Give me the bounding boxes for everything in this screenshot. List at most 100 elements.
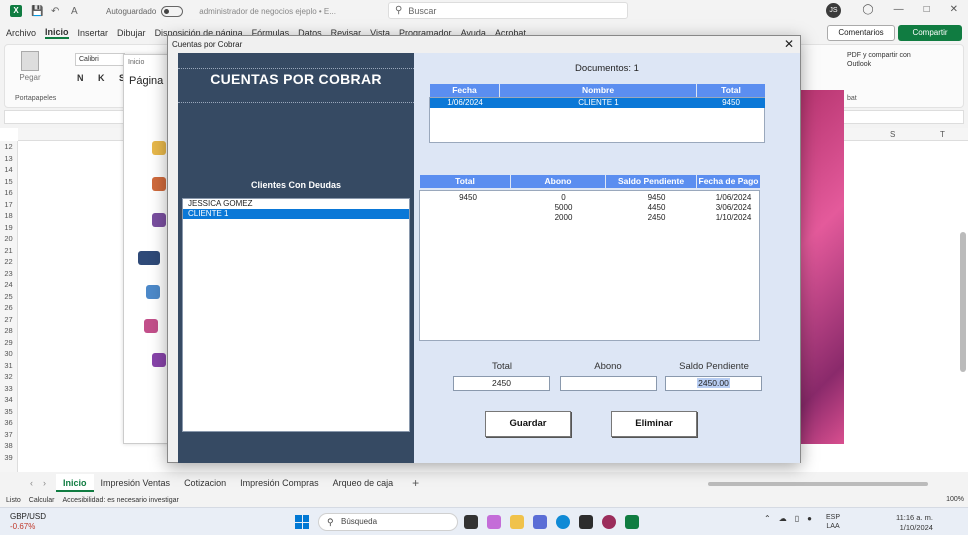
page-title: CUENTAS POR COBRAR [210, 71, 382, 87]
row-header[interactable]: 32 [0, 371, 17, 383]
microphone-icon[interactable]: ● [807, 514, 812, 523]
app-icon[interactable] [533, 515, 547, 529]
save-button[interactable]: Guardar [485, 411, 571, 437]
row-header[interactable]: 21 [0, 245, 17, 257]
undo-icon[interactable]: ↶ [51, 6, 62, 17]
cloud-icon[interactable]: ☁ [779, 514, 787, 523]
edge-icon[interactable] [556, 515, 570, 529]
documents-listbox[interactable]: 1/06/2024 CLIENTE 1 9450 [429, 97, 765, 143]
list-item[interactable]: CLIENTE 1 [183, 209, 409, 219]
background-window-title: Inicio [128, 59, 145, 66]
row-header[interactable]: 33 [0, 383, 17, 395]
row-header[interactable]: 18 [0, 210, 17, 222]
row-header[interactable]: 38 [0, 440, 17, 452]
row-header[interactable]: 28 [0, 325, 17, 337]
row-header[interactable]: 14 [0, 164, 17, 176]
close-window-icon[interactable]: ✕ [950, 4, 958, 15]
table-row[interactable]: 9450 0 9450 1/06/2024 [420, 193, 758, 203]
row-header[interactable]: 35 [0, 406, 17, 418]
row-header[interactable]: 26 [0, 302, 17, 314]
row-header[interactable]: 36 [0, 417, 17, 429]
ribbon-tab[interactable]: Insertar [78, 28, 109, 38]
taskbar-search-input[interactable]: ⚲ Búsqueda [318, 513, 458, 531]
app-icon[interactable] [602, 515, 616, 529]
ribbon-tab[interactable]: Dibujar [117, 28, 146, 38]
row-header[interactable]: 34 [0, 394, 17, 406]
minimize-icon[interactable]: — [894, 4, 904, 15]
taskbar-clock[interactable]: 11:16 a. m. 1/10/2024 [896, 513, 933, 533]
sheet-nav-arrows[interactable]: ‹› [30, 478, 56, 488]
row-headers: 12 13 14 15 16 17 18 19 20 21 22 23 24 25 26 27 28 29 30 31… [0, 141, 18, 472]
lightbulb-icon[interactable]: ◯ [862, 4, 873, 15]
saldo-pendiente-field[interactable]: 2450.00 [665, 376, 762, 391]
paste-button[interactable]: Pegar [17, 51, 43, 83]
row-header[interactable]: 25 [0, 291, 17, 303]
row-header[interactable]: 23 [0, 268, 17, 280]
maximize-icon[interactable]: □ [924, 4, 930, 15]
ribbon-tab[interactable]: Inicio [45, 27, 69, 39]
delete-button[interactable]: Eliminar [611, 411, 697, 437]
status-calculate[interactable]: Calcular [29, 497, 55, 504]
clients-listbox[interactable]: JESSICA GOMEZ CLIENTE 1 [182, 198, 410, 432]
add-sheet-icon[interactable]: + [412, 476, 419, 490]
row-header[interactable]: 24 [0, 279, 17, 291]
font-name-select[interactable]: Calibri [75, 53, 125, 66]
horizontal-scrollbar[interactable] [708, 482, 928, 486]
payments-listbox[interactable]: 9450 0 9450 1/06/2024 5000 4450 3/06/202… [419, 190, 760, 341]
row-header[interactable]: 13 [0, 153, 17, 165]
table-row[interactable]: 2000 2450 1/10/2024 [420, 213, 758, 223]
list-item[interactable]: JESSICA GOMEZ [183, 199, 409, 209]
row-header[interactable]: 12 [0, 141, 17, 153]
row-header[interactable]: 27 [0, 314, 17, 326]
excel-search-input[interactable]: ⚲ Buscar [388, 2, 628, 19]
ribbon-tab[interactable]: Archivo [6, 28, 36, 38]
close-icon[interactable]: ✕ [784, 37, 794, 51]
font-color-icon[interactable]: A [71, 6, 82, 17]
row-header[interactable]: 31 [0, 360, 17, 372]
column-header[interactable]: S [890, 130, 895, 139]
stock-widget[interactable]: GBP/USD -0.67% [10, 512, 46, 532]
taskbar-search-placeholder: Búsqueda [341, 517, 378, 526]
file-explorer-icon[interactable] [510, 515, 524, 529]
sheet-tab[interactable]: Cotizacion [177, 474, 233, 492]
row-header[interactable]: 37 [0, 429, 17, 441]
vertical-scrollbar[interactable] [960, 142, 966, 468]
language-bottom: LAA [826, 523, 840, 530]
save-icon[interactable]: 💾 [31, 6, 43, 17]
table-row[interactable]: 5000 4450 3/06/2024 [420, 203, 758, 213]
sheet-tab[interactable]: Arqueo de caja [326, 474, 401, 492]
chevron-up-icon[interactable]: ⌃ [764, 514, 771, 523]
column-header[interactable]: T [940, 130, 945, 139]
row-header[interactable]: 22 [0, 256, 17, 268]
copilot-icon[interactable] [487, 515, 501, 529]
comments-button[interactable]: Comentarios [827, 25, 895, 41]
row-header[interactable]: 15 [0, 176, 17, 188]
abono-field[interactable] [560, 376, 657, 391]
folder-icon[interactable]: ▯ [795, 514, 799, 523]
row-header[interactable]: 29 [0, 337, 17, 349]
sheet-tab[interactable]: Inicio [56, 474, 94, 492]
windows-start-icon[interactable] [295, 515, 309, 529]
task-view-icon[interactable] [464, 515, 478, 529]
sheet-tab[interactable]: Impresión Compras [233, 474, 326, 492]
excel-taskbar-icon[interactable] [625, 515, 639, 529]
share-button[interactable]: Compartir [898, 25, 962, 41]
row-header[interactable]: 20 [0, 233, 17, 245]
sheet-tab[interactable]: Impresión Ventas [94, 474, 178, 492]
windows-taskbar: GBP/USD -0.67% ⚲ Búsqueda ⌃ ☁ ▯ ● ESP LA… [0, 507, 968, 535]
column-header: Saldo Pendiente [606, 175, 697, 188]
row-header[interactable]: 17 [0, 199, 17, 211]
avatar[interactable]: JS [826, 3, 841, 18]
table-row[interactable]: 1/06/2024 CLIENTE 1 9450 [430, 98, 765, 108]
autosave-toggle[interactable] [161, 5, 184, 17]
language-indicator[interactable]: ESP LAA [826, 513, 840, 531]
zoom-level[interactable]: 100% [946, 496, 964, 503]
row-header[interactable]: 39 [0, 452, 17, 464]
row-header[interactable]: 19 [0, 222, 17, 234]
total-field[interactable]: 2450 [453, 376, 550, 391]
accessibility-status[interactable]: Accesibilidad: es necesario investigar [62, 497, 178, 504]
app-icon[interactable] [579, 515, 593, 529]
row-header[interactable]: 30 [0, 348, 17, 360]
row-header[interactable]: 16 [0, 187, 17, 199]
pdf-share-button[interactable]: PDF y compartir con Outlook [847, 51, 919, 69]
